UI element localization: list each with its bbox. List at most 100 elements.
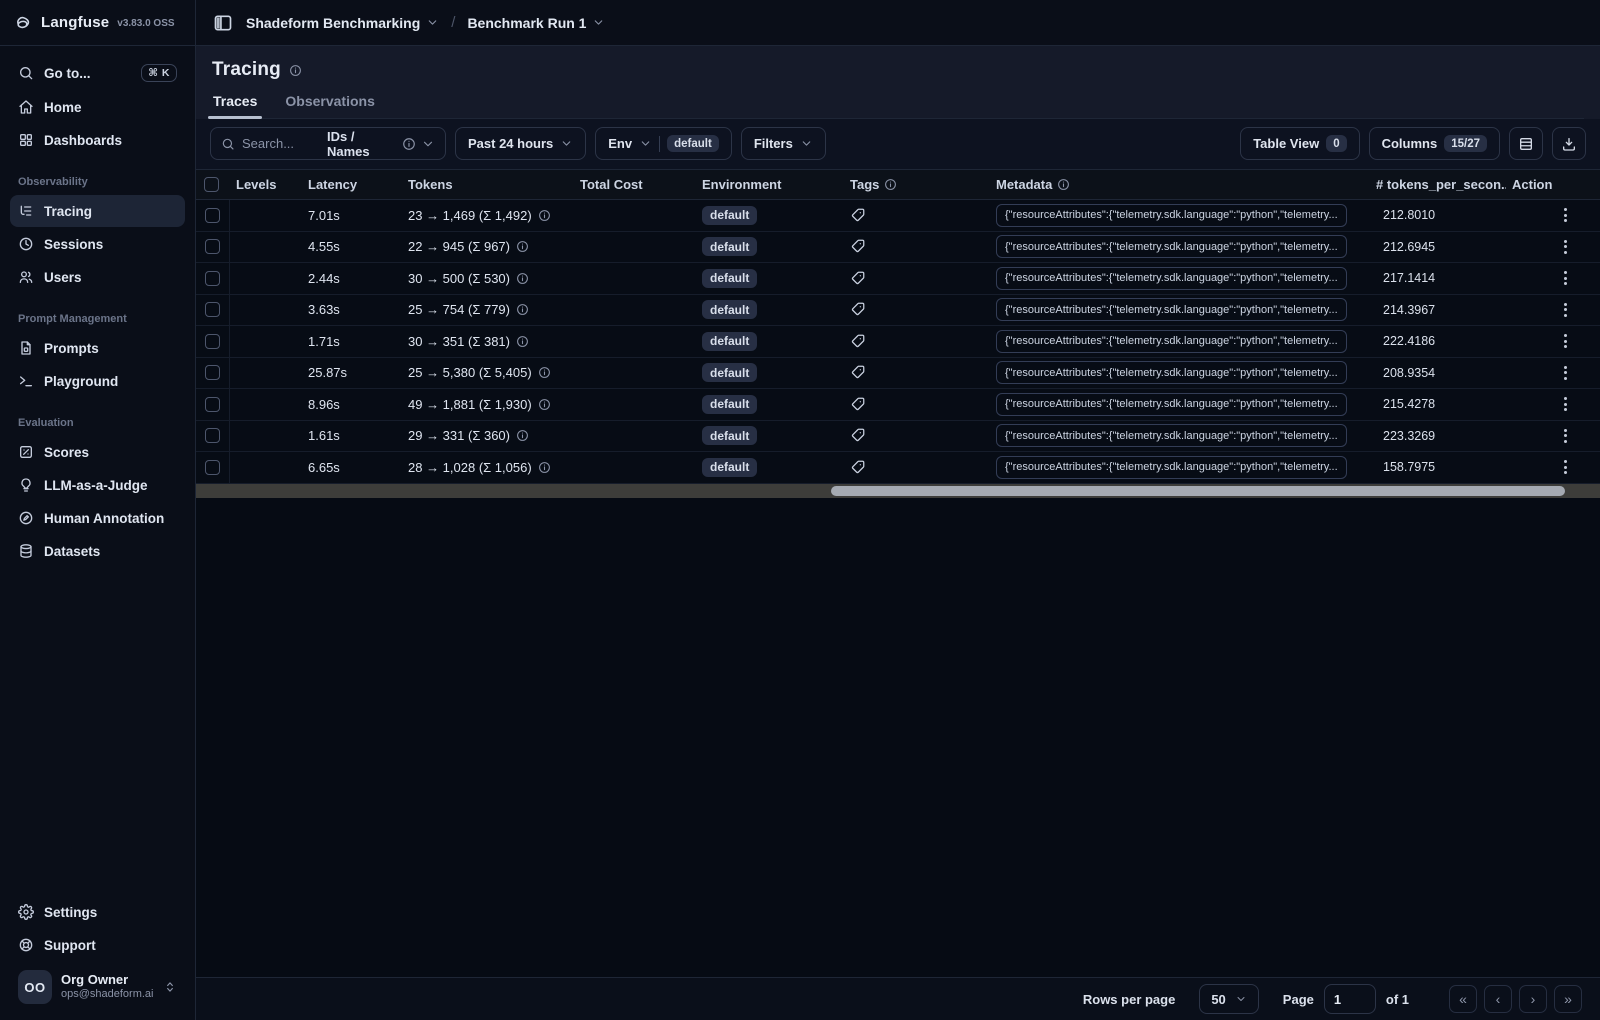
row-checkbox[interactable] [205,302,220,318]
sidebar-item-sessions[interactable]: Sessions [10,228,185,260]
sidebar-item-home[interactable]: Home [10,91,185,123]
breadcrumb-org[interactable]: Shadeform Benchmarking [246,15,439,31]
row-checkbox[interactable] [205,207,220,223]
info-icon[interactable] [516,240,529,253]
metadata-json[interactable]: {"resourceAttributes":{"telemetry.sdk.la… [996,361,1347,385]
row-actions-menu[interactable] [1506,271,1600,286]
column-header-environment[interactable]: Environment [694,177,842,192]
search-mode-dropdown[interactable]: IDs / Names [327,129,435,159]
columns-button[interactable]: Columns 15/27 [1368,127,1500,160]
info-icon[interactable] [516,272,529,285]
next-page-button[interactable]: › [1519,985,1547,1013]
row-checkbox[interactable] [205,396,220,412]
column-header-tokens-per-second[interactable]: # tokens_per_secon... [1370,177,1506,192]
sidebar-item-support[interactable]: Support [10,929,185,961]
table-view-button[interactable]: Table View 0 [1240,127,1360,160]
info-icon[interactable] [538,461,551,474]
info-icon[interactable] [516,303,529,316]
tag-icon[interactable] [850,271,865,286]
row-checkbox[interactable] [205,239,220,255]
tag-icon[interactable] [850,365,865,380]
sidebar-item-scores[interactable]: Scores [10,436,185,468]
row-actions-menu[interactable] [1506,334,1600,349]
metadata-json[interactable]: {"resourceAttributes":{"telemetry.sdk.la… [996,203,1347,227]
sidebar-item-prompts[interactable]: Prompts [10,332,185,364]
tag-icon[interactable] [850,460,865,475]
table-row[interactable]: 2.44s 30 → 500 (Σ 530) default {"resourc… [196,263,1600,295]
sidebar-item-users[interactable]: Users [10,261,185,293]
search-input[interactable] [242,136,320,151]
metadata-json[interactable]: {"resourceAttributes":{"telemetry.sdk.la… [996,455,1347,479]
column-header-levels[interactable]: Levels [230,177,302,192]
info-icon[interactable] [516,335,529,348]
export-button[interactable] [1552,127,1586,160]
info-icon[interactable] [538,398,551,411]
column-header-total-cost[interactable]: Total Cost [574,177,694,192]
row-actions-menu[interactable] [1506,460,1600,475]
sidebar-item-dashboards[interactable]: Dashboards [10,124,185,156]
sidebar-item-human-annotation[interactable]: Human Annotation [10,502,185,534]
select-all-checkbox[interactable] [204,177,219,192]
table-row[interactable]: 1.71s 30 → 351 (Σ 381) default {"resourc… [196,326,1600,358]
table-row[interactable]: 8.96s 49 → 1,881 (Σ 1,930) default {"res… [196,389,1600,421]
row-actions-menu[interactable] [1506,428,1600,443]
table-row[interactable]: 3.63s 25 → 754 (Σ 779) default {"resourc… [196,294,1600,326]
tab-traces[interactable]: Traces [207,93,263,119]
table-row[interactable]: 6.65s 28 → 1,028 (Σ 1,056) default {"res… [196,452,1600,484]
tag-icon[interactable] [850,428,865,443]
sidebar-toggle-button[interactable] [210,10,236,36]
goto-search[interactable]: Go to... ⌘ K [10,56,185,90]
metadata-json[interactable]: {"resourceAttributes":{"telemetry.sdk.la… [996,298,1347,322]
info-icon[interactable] [538,366,551,379]
rows-per-page-select[interactable]: 50 [1199,984,1259,1014]
sidebar-item-llm-as-a-judge[interactable]: LLM-as-a-Judge [10,469,185,501]
page-number-input[interactable] [1323,984,1376,1014]
sidebar-item-settings[interactable]: Settings [10,896,185,928]
info-icon[interactable] [289,64,302,77]
sidebar-item-playground[interactable]: Playground [10,365,185,397]
table-row[interactable]: 25.87s 25 → 5,380 (Σ 5,405) default {"re… [196,357,1600,389]
env-filter-button[interactable]: Env default [595,127,732,160]
tag-icon[interactable] [850,302,865,317]
table-row[interactable]: 7.01s 23 → 1,469 (Σ 1,492) default {"res… [196,200,1600,232]
table-row[interactable]: 1.61s 29 → 331 (Σ 360) default {"resourc… [196,420,1600,452]
table-row[interactable]: 4.55s 22 → 945 (Σ 967) default {"resourc… [196,231,1600,263]
first-page-button[interactable]: « [1449,985,1477,1013]
metadata-json[interactable]: {"resourceAttributes":{"telemetry.sdk.la… [996,266,1347,290]
metadata-json[interactable]: {"resourceAttributes":{"telemetry.sdk.la… [996,392,1347,416]
horizontal-scrollbar[interactable] [196,483,1600,498]
search-box[interactable]: IDs / Names [210,127,446,160]
row-checkbox[interactable] [205,333,220,349]
tab-observations[interactable]: Observations [284,93,375,118]
row-actions-menu[interactable] [1506,208,1600,223]
metadata-json[interactable]: {"resourceAttributes":{"telemetry.sdk.la… [996,329,1347,353]
row-checkbox[interactable] [205,270,220,286]
row-actions-menu[interactable] [1506,365,1600,380]
row-height-button[interactable] [1509,127,1543,160]
info-icon[interactable] [538,209,551,222]
column-header-metadata[interactable]: Metadata [990,177,1370,192]
sidebar-item-datasets[interactable]: Datasets [10,535,185,567]
metadata-json[interactable]: {"resourceAttributes":{"telemetry.sdk.la… [996,235,1347,259]
tag-icon[interactable] [850,334,865,349]
previous-page-button[interactable]: ‹ [1484,985,1512,1013]
row-actions-menu[interactable] [1506,302,1600,317]
column-header-latency[interactable]: Latency [302,177,402,192]
column-header-tags[interactable]: Tags [842,177,990,192]
last-page-button[interactable]: » [1554,985,1582,1013]
sidebar-item-tracing[interactable]: Tracing [10,195,185,227]
tag-icon[interactable] [850,208,865,223]
row-actions-menu[interactable] [1506,397,1600,412]
column-header-tokens[interactable]: Tokens [402,177,574,192]
scrollbar-thumb[interactable] [830,485,1565,496]
breadcrumb-project[interactable]: Benchmark Run 1 [467,15,605,31]
row-checkbox[interactable] [205,459,220,475]
row-actions-menu[interactable] [1506,239,1600,254]
info-icon[interactable] [516,429,529,442]
tag-icon[interactable] [850,239,865,254]
tag-icon[interactable] [850,397,865,412]
user-menu[interactable]: OO Org Owner ops@shadeform.ai [10,962,185,1012]
metadata-json[interactable]: {"resourceAttributes":{"telemetry.sdk.la… [996,424,1347,448]
row-checkbox[interactable] [205,365,220,381]
filters-button[interactable]: Filters [740,127,826,160]
